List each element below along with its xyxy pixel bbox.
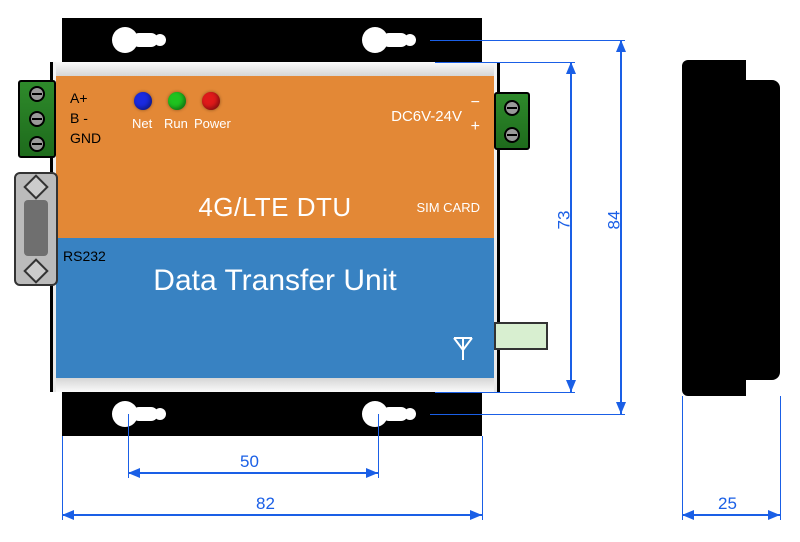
- bezel-top: [56, 62, 494, 76]
- sma-connector: [494, 322, 548, 350]
- dim-hole-pitch-value: 50: [240, 452, 259, 472]
- led-power-label: Power: [194, 116, 231, 131]
- rs232-port: [14, 172, 58, 286]
- hex-nut-icon: [23, 174, 48, 199]
- dim-body-height-value: 73: [554, 211, 574, 230]
- rs232-label: RS232: [63, 248, 106, 264]
- dim-overall-width-value: 82: [256, 494, 275, 514]
- device-body: A+ B - GND Net Run Power DC6V-24V − + 4G…: [50, 62, 500, 392]
- led-net-label: Net: [132, 116, 152, 131]
- ext-line: [482, 436, 483, 520]
- antenna-icon: [452, 336, 474, 360]
- screw-icon: [29, 111, 45, 127]
- power-minus-label: −: [471, 94, 480, 112]
- ext-line: [378, 414, 379, 478]
- ext-line: [430, 414, 625, 415]
- db9-pins: [24, 200, 48, 256]
- power-terminal: [494, 92, 530, 150]
- ext-line: [682, 396, 683, 520]
- label-b-minus: B -: [70, 110, 88, 126]
- bottom-flange: [62, 392, 482, 436]
- led-run: [168, 92, 186, 110]
- dim-overall-height-value: 84: [604, 211, 624, 230]
- dim-overall-width: [62, 514, 482, 516]
- screw-icon: [504, 127, 520, 143]
- bezel-bottom: [56, 378, 494, 392]
- ext-line: [435, 392, 575, 393]
- dim-depth: [682, 514, 780, 516]
- label-a-plus: A+: [70, 90, 88, 106]
- dim-hole-pitch: [128, 472, 378, 474]
- label-gnd: GND: [70, 130, 101, 146]
- top-flange: [62, 18, 482, 62]
- led-run-label: Run: [164, 116, 188, 131]
- hex-nut-icon: [23, 258, 48, 283]
- ext-line: [780, 396, 781, 520]
- ext-line: [430, 40, 625, 41]
- led-net: [134, 92, 152, 110]
- panel-lower: Data Transfer Unit: [56, 238, 494, 378]
- power-range-label: DC6V-24V: [391, 108, 462, 125]
- side-view: [682, 60, 746, 396]
- power-plus-label: +: [471, 118, 480, 136]
- screw-icon: [29, 86, 45, 102]
- title-lower: Data Transfer Unit: [56, 264, 494, 298]
- led-power: [202, 92, 220, 110]
- ext-line: [435, 62, 575, 63]
- sim-card-label: SIM CARD: [416, 200, 480, 215]
- dimension-drawing: A+ B - GND Net Run Power DC6V-24V − + 4G…: [0, 0, 800, 542]
- ext-line: [62, 436, 63, 520]
- dim-depth-value: 25: [718, 494, 737, 514]
- screw-icon: [504, 100, 520, 116]
- panel-upper: A+ B - GND Net Run Power DC6V-24V − + 4G…: [56, 76, 494, 238]
- screw-icon: [29, 136, 45, 152]
- rs485-terminal: [18, 80, 56, 158]
